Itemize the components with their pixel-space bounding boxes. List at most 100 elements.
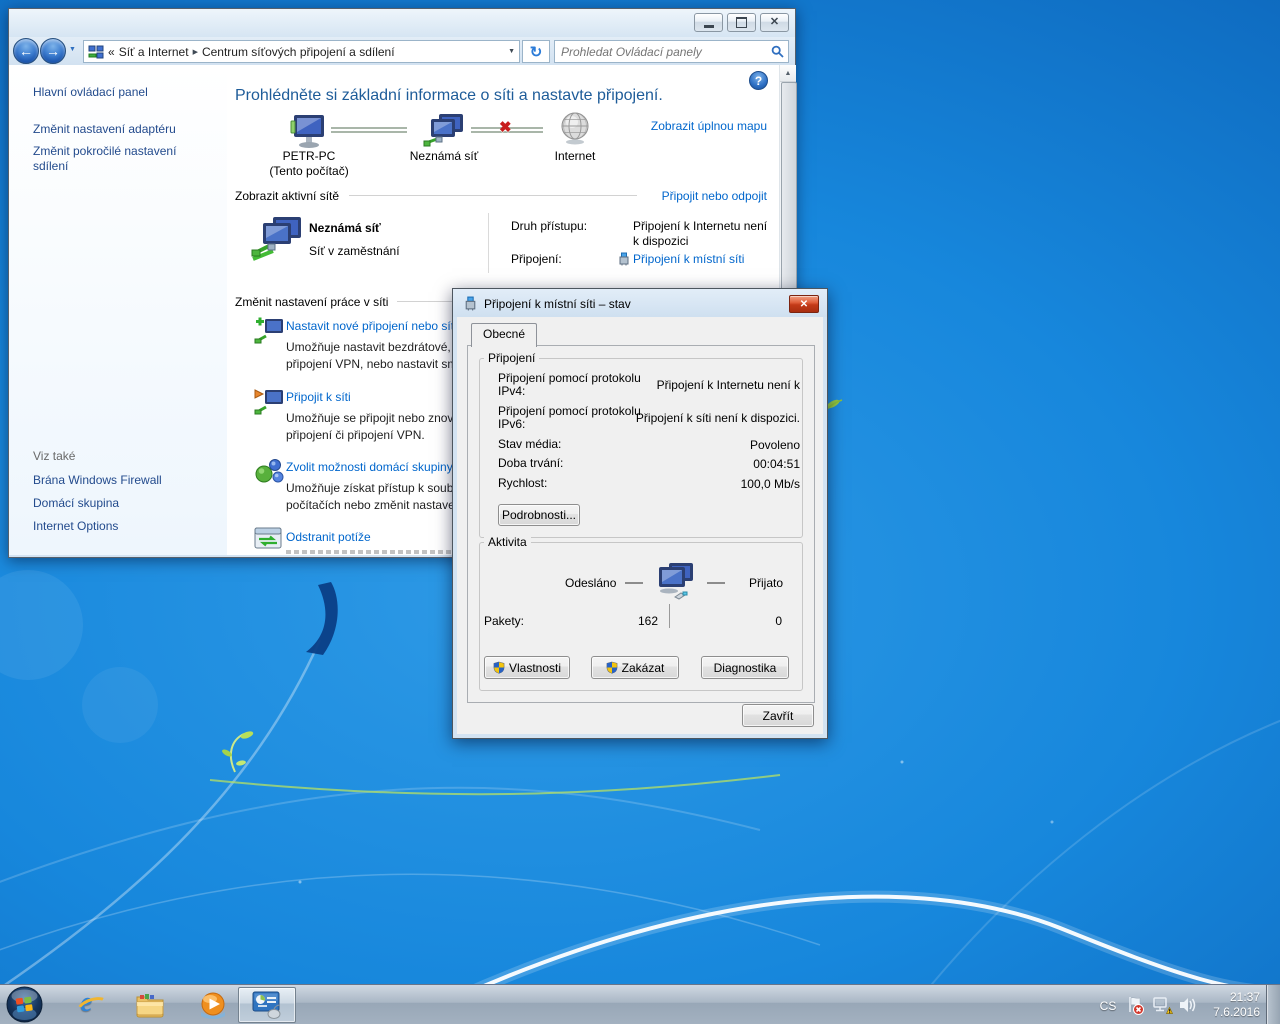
no-internet-x-icon: ✖: [499, 118, 512, 136]
title-bar[interactable]: ✕: [9, 9, 795, 37]
breadcrumb-history-dropdown[interactable]: ▼: [508, 48, 515, 55]
map-pc-subtitle: (Tento počítač): [255, 164, 363, 179]
close-button[interactable]: ✕: [760, 13, 789, 32]
task-new-connection-link[interactable]: Nastavit nové připojení nebo síť: [286, 319, 455, 333]
view-full-map-link[interactable]: Zobrazit úplnou mapu: [607, 119, 767, 133]
breadcrumb[interactable]: « Síť a Internet ▶ Centrum síťových přip…: [83, 40, 520, 63]
task-troubleshoot-desc-clipped: [286, 550, 476, 554]
show-desktop-button[interactable]: [1266, 985, 1280, 1024]
ipv6-value: Připojení k síti není k dispozici.: [623, 411, 800, 425]
action-center-flag-icon[interactable]: [1126, 996, 1146, 1015]
sent-label: Odesláno: [565, 576, 616, 590]
breadcrumb-separator-icon[interactable]: ▶: [193, 48, 198, 56]
breadcrumb-overflow-chevrons[interactable]: «: [108, 45, 115, 59]
disable-button-label: Zakázat: [622, 661, 665, 675]
details-button[interactable]: Podrobnosti...: [498, 504, 580, 526]
refresh-icon: ↻: [530, 43, 543, 61]
taskbar-item-media-player[interactable]: [191, 987, 235, 1023]
uac-shield-icon: [606, 661, 618, 674]
taskbar-item-windows-explorer[interactable]: [128, 987, 172, 1023]
change-settings-header: Změnit nastavení práce v síti: [235, 295, 388, 309]
dialog-title-bar[interactable]: Připojení k místní síti – stav ✕: [453, 289, 827, 317]
tray-time: 21:37: [1198, 990, 1260, 1005]
taskbar-item-network-sharing-center[interactable]: [238, 987, 296, 1023]
connections-label: Připojení:: [511, 252, 562, 266]
maximize-button[interactable]: [727, 13, 756, 32]
diagnose-button-label: Diagnostika: [714, 661, 777, 675]
breadcrumb-item-network-internet[interactable]: Síť a Internet: [119, 45, 189, 59]
computer-map-icon[interactable]: [289, 113, 329, 151]
sidebar-item-advanced-sharing[interactable]: Změnit pokročilé nastavení sdílení: [33, 144, 203, 174]
tray-language-indicator[interactable]: CS: [1096, 999, 1120, 1013]
sidebar-item-windows-firewall[interactable]: Brána Windows Firewall: [33, 473, 162, 487]
see-also-header: Viz také: [33, 449, 75, 463]
task-homegroup-desc1: Umožňuje získat přístup k soub: [286, 480, 453, 497]
connection-group-label: Připojení: [484, 351, 539, 365]
recent-pages-dropdown[interactable]: ▼: [69, 46, 76, 53]
packets-sent-value: 162: [573, 614, 658, 628]
navigation-toolbar: ← → ▼ « Síť a Internet ▶ Centrum síťovýc…: [9, 37, 795, 66]
close-icon: ✕: [770, 17, 779, 28]
sent-dash: [625, 582, 643, 584]
scroll-up-icon: ▲: [785, 70, 792, 77]
map-network-name: Neznámá síť: [399, 149, 489, 164]
network-map-icon[interactable]: [423, 113, 465, 151]
tray-clock[interactable]: 21:37 7.6.2016: [1198, 990, 1260, 1020]
task-new-connection-desc1: Umožňuje nastavit bezdrátové, š: [286, 339, 460, 356]
search-box[interactable]: [554, 40, 789, 63]
sidebar-item-homegroup[interactable]: Domácí skupina: [33, 496, 119, 510]
scroll-up-button[interactable]: ▲: [780, 65, 796, 82]
properties-button-label: Vlastnosti: [509, 661, 561, 675]
control-panel-icon: [252, 991, 282, 1019]
active-network-icon: [251, 215, 303, 263]
breadcrumb-item-current-page[interactable]: Centrum síťových připojení a sdílení: [202, 45, 395, 59]
details-button-label: Podrobnosti...: [502, 508, 576, 522]
help-button[interactable]: ?: [749, 71, 768, 90]
sidebar-item-internet-options[interactable]: Internet Options: [33, 519, 118, 533]
task-connect-desc2: připojení či připojení VPN.: [286, 427, 425, 444]
search-input[interactable]: [559, 44, 771, 60]
diagnose-button[interactable]: Diagnostika: [701, 656, 789, 679]
ipv4-label-line2: IPv4:: [498, 385, 525, 398]
packets-received-value: 0: [697, 614, 782, 628]
map-connector-line: [331, 127, 407, 133]
folder-icon: [135, 992, 165, 1018]
close-dialog-button[interactable]: Zavřít: [742, 704, 814, 727]
activity-group-label: Aktivita: [484, 535, 531, 549]
task-troubleshoot-link[interactable]: Odstranit potíže: [286, 530, 371, 544]
refresh-button[interactable]: ↻: [522, 40, 550, 63]
dialog-close-icon: ✕: [800, 299, 808, 310]
dialog-lan-adapter-icon: [463, 296, 478, 311]
lan-status-dialog: Připojení k místní síti – stav ✕ Obecné …: [452, 288, 828, 739]
dialog-close-button[interactable]: ✕: [789, 295, 819, 313]
sidebar-item-control-panel-home[interactable]: Hlavní ovládací panel: [33, 85, 148, 99]
minimize-button[interactable]: [694, 13, 723, 32]
start-button[interactable]: [6, 986, 43, 1023]
search-icon[interactable]: [771, 45, 784, 58]
packets-label: Pakety:: [484, 614, 524, 628]
network-status-icon[interactable]: [1152, 996, 1173, 1015]
map-internet-label: Internet: [537, 149, 613, 164]
tab-general[interactable]: Obecné: [471, 323, 537, 347]
access-type-value-line1: Připojení k Internetu není: [633, 219, 767, 233]
volume-icon[interactable]: [1178, 996, 1197, 1014]
active-network-type: Síť v zaměstnání: [309, 244, 400, 258]
task-homegroup-desc2: počítačích nebo změnit nastave: [286, 497, 455, 514]
task-connect-desc1: Umožňuje se připojit nebo znov: [286, 410, 453, 427]
task-homegroup-link[interactable]: Zvolit možnosti domácí skupiny: [286, 460, 453, 474]
properties-button[interactable]: Vlastnosti: [484, 656, 570, 679]
task-connect-link[interactable]: Připojit k síti: [286, 390, 351, 404]
ipv4-value: Připojení k Internetu není k: [623, 378, 800, 392]
homegroup-options-icon: [253, 456, 285, 486]
disable-button[interactable]: Zakázat: [591, 656, 679, 679]
internet-globe-icon[interactable]: [559, 111, 591, 145]
access-type-value-line2: k dispozici: [633, 234, 688, 248]
taskbar-item-internet-explorer[interactable]: e: [68, 987, 112, 1023]
local-area-connection-link[interactable]: Připojení k místní síti: [633, 252, 744, 266]
sidebar-item-change-adapter-settings[interactable]: Změnit nastavení adaptéru: [33, 122, 176, 136]
connect-disconnect-link[interactable]: Připojit nebo odpojit: [639, 189, 767, 203]
desktop: ✕ ← → ▼ « Síť a Internet ▶ Centrum síťov…: [0, 0, 1280, 1024]
back-button[interactable]: ←: [13, 38, 39, 64]
map-pc-name: PETR-PC: [267, 149, 351, 164]
forward-button[interactable]: →: [40, 38, 66, 64]
